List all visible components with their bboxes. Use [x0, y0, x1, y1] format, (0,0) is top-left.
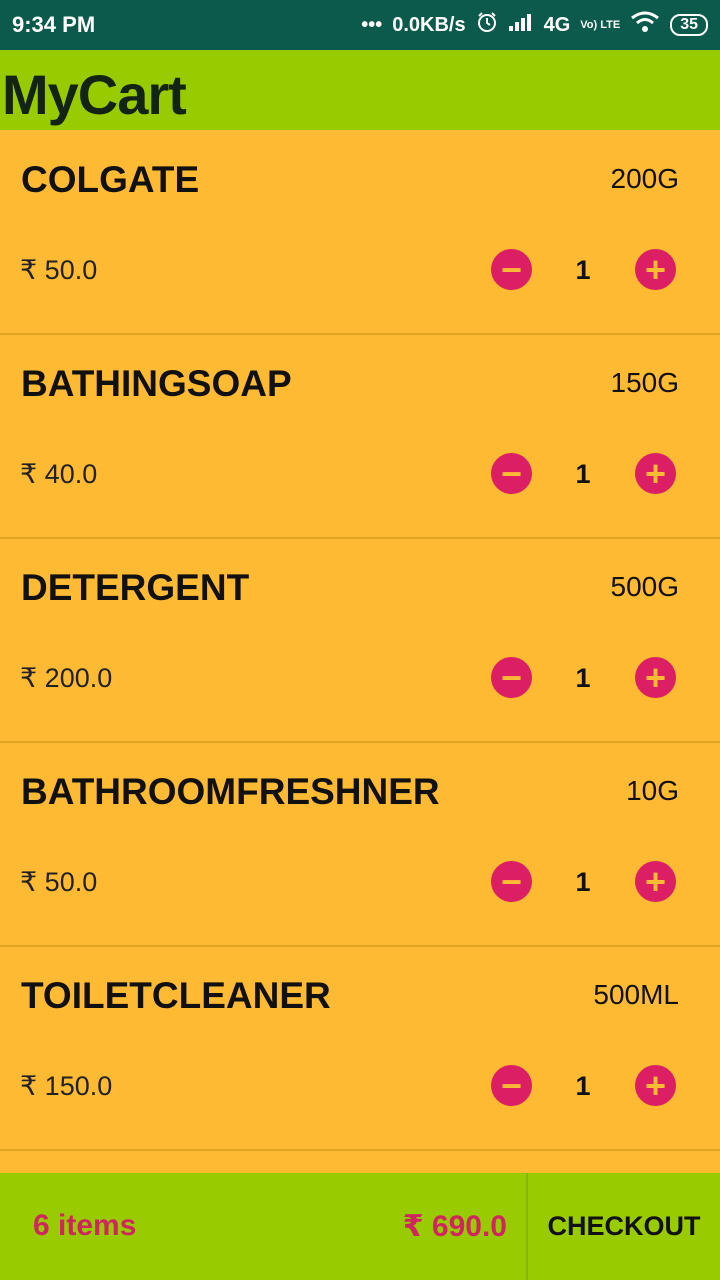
cart-footer: 6 items ₹ 690.0 CHECKOUT	[0, 1173, 720, 1280]
battery-icon: 35	[670, 14, 708, 36]
item-quantity: 1	[575, 663, 591, 693]
decrease-quantity-button[interactable]: −	[491, 1065, 532, 1106]
cart-item: DETERGENT 500G ₹ 200.0 − 1 +	[0, 539, 720, 743]
increase-quantity-button[interactable]: +	[635, 249, 676, 290]
cell-signal-icon	[508, 12, 534, 38]
increase-quantity-button[interactable]: +	[635, 657, 676, 698]
volte-icon: Vo) LTE	[580, 19, 621, 31]
network-type: 4G	[543, 13, 571, 36]
item-quantity: 1	[575, 1071, 591, 1101]
item-name: BATHINGSOAP	[21, 363, 292, 404]
increase-quantity-button[interactable]: +	[635, 1065, 676, 1106]
item-price: ₹ 40.0	[20, 459, 98, 489]
item-price: ₹ 200.0	[20, 663, 113, 693]
checkout-button[interactable]: CHECKOUT	[528, 1173, 720, 1280]
item-name: TOILETCLEANER	[21, 975, 331, 1016]
item-name: BATHROOMFRESHNER	[21, 771, 440, 812]
cart-item: COLGATE 200G ₹ 50.0 − 1 +	[0, 131, 720, 335]
item-quantity: 1	[575, 459, 591, 489]
decrease-quantity-button[interactable]: −	[491, 657, 532, 698]
item-size: 150G	[610, 367, 680, 398]
item-size: 10G	[626, 775, 679, 806]
wifi-icon	[630, 11, 660, 39]
items-count: 6 items	[33, 1209, 137, 1242]
item-name: COLGATE	[21, 159, 200, 200]
alarm-icon	[476, 11, 498, 39]
item-name: DETERGENT	[21, 567, 250, 608]
status-icons: ••• 0.0KB/s 4G Vo) LTE 35	[361, 11, 708, 39]
decrease-quantity-button[interactable]: −	[491, 453, 532, 494]
item-size: 500G	[610, 571, 680, 602]
cart-item: BATHINGSOAP 150G ₹ 40.0 − 1 +	[0, 335, 720, 539]
cart-list: COLGATE 200G ₹ 50.0 − 1 + BATHINGSOAP 15…	[0, 131, 720, 1151]
item-size: 500ML	[593, 979, 679, 1010]
item-quantity: 1	[575, 255, 591, 285]
item-price: ₹ 50.0	[20, 867, 98, 897]
more-dots-icon: •••	[361, 13, 383, 36]
cart-item: BATHROOMFRESHNER 10G ₹ 50.0 − 1 +	[0, 743, 720, 947]
decrease-quantity-button[interactable]: −	[491, 249, 532, 290]
cart-item: TOILETCLEANER 500ML ₹ 150.0 − 1 +	[0, 947, 720, 1151]
increase-quantity-button[interactable]: +	[635, 861, 676, 902]
item-price: ₹ 150.0	[20, 1071, 113, 1101]
status-bar: 9:34 PM ••• 0.0KB/s 4G Vo) LTE 35	[0, 0, 720, 50]
network-speed: 0.0KB/s	[392, 13, 466, 36]
page-title: MyCart	[2, 63, 187, 126]
increase-quantity-button[interactable]: +	[635, 453, 676, 494]
app-bar: MyCart	[0, 50, 720, 130]
item-size: 200G	[610, 163, 680, 194]
cart-total: ₹ 690.0	[402, 1210, 507, 1243]
item-price: ₹ 50.0	[20, 255, 98, 285]
item-quantity: 1	[575, 867, 591, 897]
status-time: 9:34 PM	[12, 12, 96, 37]
decrease-quantity-button[interactable]: −	[491, 861, 532, 902]
